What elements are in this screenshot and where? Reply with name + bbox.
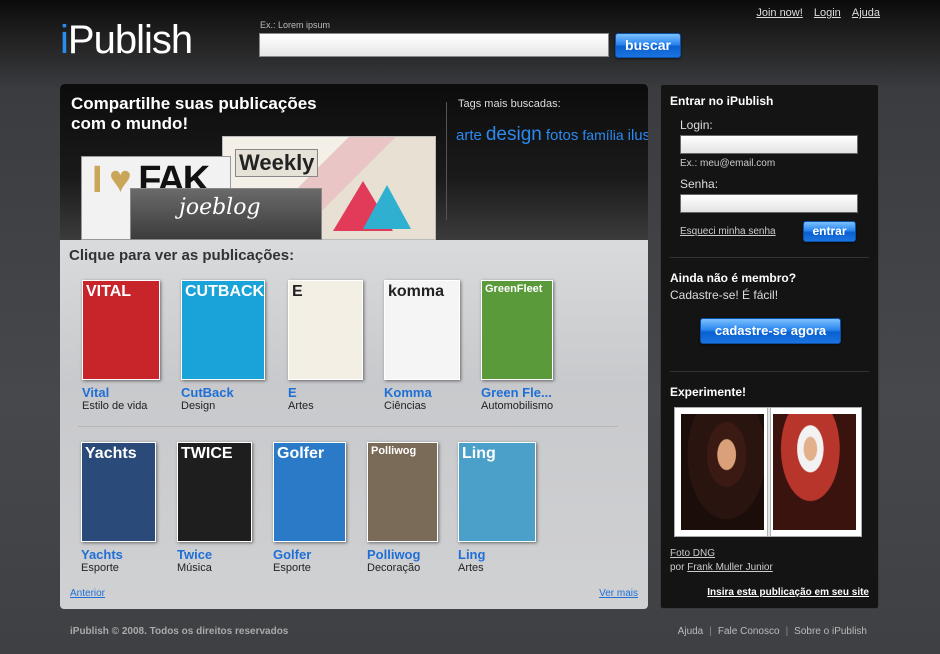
divider (670, 257, 869, 258)
password-field[interactable] (680, 194, 858, 213)
hero-divider (446, 102, 447, 220)
publication-cover[interactable]: Yachts (81, 442, 156, 542)
login-label: Login: (680, 118, 713, 132)
publication-cover[interactable]: VITAL (82, 280, 160, 380)
signup-text: Cadastre-se! É fácil! (670, 288, 779, 302)
try-title: Experimente! (670, 385, 747, 399)
publication-item[interactable]: E E Artes (288, 280, 398, 412)
see-more-link[interactable]: Ver mais (599, 588, 638, 599)
publication-item[interactable]: Ling Ling Artes (458, 442, 568, 574)
main-panel: Compartilhe suas publicações com o mundo… (60, 84, 648, 609)
logo[interactable]: iPublish (60, 18, 193, 63)
cover-title: Golfer (277, 445, 325, 462)
publication-name-link[interactable]: Twice (177, 547, 287, 562)
publication-name-link[interactable]: Green Fle... (481, 385, 591, 400)
login-field[interactable] (680, 135, 858, 154)
publication-cover[interactable]: komma (384, 280, 460, 380)
publication-item[interactable]: TWICE Twice Música (177, 442, 287, 574)
cover-title: CUTBACK (185, 283, 265, 300)
embed-link[interactable]: Insira esta publicação em seu site (707, 587, 869, 598)
magazine-joeblog-image[interactable]: joeblog (130, 188, 322, 240)
hero-title: Compartilhe suas publicações com o mundo… (71, 94, 317, 133)
publication-cover[interactable]: TWICE (177, 442, 252, 542)
photo-page-right (773, 414, 856, 530)
copyright: iPublish © 2008. Todos os direitos reser… (70, 626, 289, 637)
publication-name-link[interactable]: Komma (384, 385, 494, 400)
cover-title: GreenFleet (485, 283, 543, 295)
help-link[interactable]: Ajuda (852, 7, 880, 19)
tags-title: Tags mais buscadas: (458, 98, 561, 110)
publication-category: Automobilismo (481, 400, 554, 412)
search-input[interactable] (259, 33, 609, 57)
publication-category: Artes (458, 562, 484, 574)
footer-contact-link[interactable]: Fale Conosco (718, 626, 780, 637)
photo-credit: por Frank Muller Junior (670, 562, 773, 573)
publication-category: Ciências (384, 400, 427, 412)
publication-name-link[interactable]: Ling (458, 547, 568, 562)
signup-question: Ainda não é membro? (670, 271, 797, 285)
sample-publication-image[interactable] (674, 407, 862, 537)
signup-button[interactable]: cadastre-se agora (700, 318, 841, 344)
photo-page-left (681, 414, 764, 530)
publication-cover[interactable]: Ling (458, 442, 536, 542)
tag-link[interactable]: ilustração (628, 127, 648, 144)
cover-title: VITAL (86, 283, 132, 300)
forgot-password-link[interactable]: Esqueci minha senha (680, 226, 776, 237)
publication-category: Design (181, 400, 216, 412)
tag-link[interactable]: arte (456, 127, 482, 144)
cover-title: Yachts (85, 445, 137, 462)
cover-title: Polliwog (371, 445, 417, 457)
publication-name-link[interactable]: CutBack (181, 385, 291, 400)
publication-cover[interactable]: GreenFleet (481, 280, 553, 380)
cover-title: E (292, 283, 303, 300)
publication-category: Esporte (81, 562, 119, 574)
row-divider (78, 426, 618, 427)
divider (670, 371, 869, 372)
tag-link[interactable]: design (486, 124, 542, 145)
top-links: Join now! Login Ajuda (748, 7, 880, 19)
publication-cover[interactable]: CUTBACK (181, 280, 265, 380)
tag-link[interactable]: família (582, 127, 623, 143)
tag-cloud: artedesignfotosfamíliailustraçãowirefram… (456, 124, 648, 146)
footer-help-link[interactable]: Ajuda (678, 626, 704, 637)
footer-about-link[interactable]: Sobre o iPublish (794, 626, 867, 637)
publication-item[interactable]: VITAL Vital Estilo de vida (82, 280, 192, 412)
publication-item[interactable]: GreenFleet Green Fle... Automobilismo (481, 280, 591, 412)
publication-cover[interactable]: Polliwog (367, 442, 438, 542)
login-button[interactable]: entrar (803, 221, 856, 242)
publication-name-link[interactable]: Yachts (81, 547, 191, 562)
join-now-link[interactable]: Join now! (756, 7, 802, 19)
publication-item[interactable]: Yachts Yachts Esporte (81, 442, 191, 574)
publication-cover[interactable]: Golfer (273, 442, 346, 542)
publication-category: Estilo de vida (82, 400, 148, 412)
publication-cover[interactable]: E (288, 280, 363, 380)
publication-name-link[interactable]: Vital (82, 385, 192, 400)
login-hint: Ex.: meu@email.com (680, 158, 776, 169)
photo-title-link[interactable]: Foto DNG (670, 548, 715, 559)
login-title: Entrar no iPublish (670, 94, 774, 108)
footer-links: Ajuda | Fale Conosco | Sobre o iPublish (677, 626, 867, 637)
cover-title: komma (388, 283, 445, 300)
password-label: Senha: (680, 177, 719, 191)
tag-link[interactable]: fotos (546, 127, 579, 144)
author-link[interactable]: Frank Muller Junior (687, 562, 773, 573)
login-sidebar: Entrar no iPublish Login: Ex.: meu@email… (660, 84, 879, 609)
search-button[interactable]: buscar (615, 33, 681, 58)
search-hint: Ex.: Lorem ipsum (260, 20, 331, 30)
cover-title: TWICE (181, 445, 233, 462)
publication-category: Música (177, 562, 212, 574)
publication-name-link[interactable]: E (288, 385, 398, 400)
publication-category: Artes (288, 400, 314, 412)
publications-title: Clique para ver as publicações: (69, 247, 295, 264)
cover-title: Ling (462, 445, 496, 462)
publication-item[interactable]: komma Komma Ciências (384, 280, 494, 412)
login-link[interactable]: Login (814, 7, 841, 19)
hero-banner: Compartilhe suas publicações com o mundo… (60, 84, 648, 240)
publication-item[interactable]: CUTBACK CutBack Design (181, 280, 291, 412)
previous-link[interactable]: Anterior (70, 588, 105, 599)
